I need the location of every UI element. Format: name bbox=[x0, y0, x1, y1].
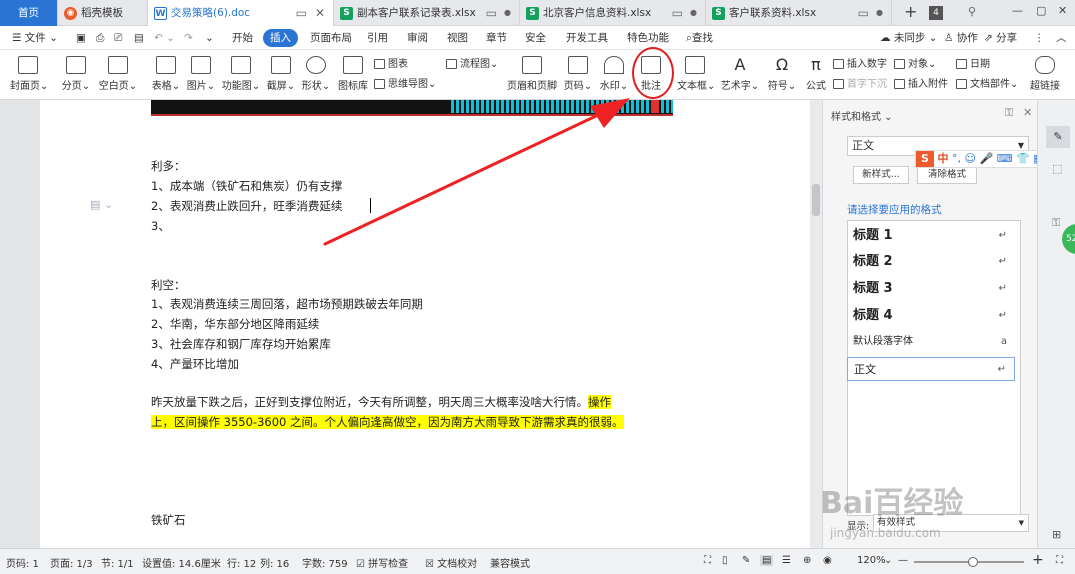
status-bar: 页码: 1 页面: 1/3 节: 1/1 设置值: 14.6厘米 行: 12 列… bbox=[0, 548, 1075, 574]
edit-icon[interactable]: ✎ bbox=[742, 555, 750, 566]
return-icon: ↵ bbox=[998, 256, 1007, 267]
pane-close-icon[interactable]: ✕ bbox=[1023, 106, 1032, 119]
dropdown-icon: ▼ bbox=[1018, 519, 1024, 527]
doc-proof[interactable]: ☒ 文档校对 bbox=[425, 555, 477, 570]
spell-check-icon: ☑ bbox=[356, 559, 369, 570]
status-col: 列: 16 bbox=[260, 559, 290, 570]
styles-pane-title: 样式和格式 ⌄ bbox=[831, 112, 893, 123]
zoom-slider-thumb[interactable] bbox=[968, 557, 978, 567]
zoom-slider[interactable] bbox=[914, 557, 1024, 567]
scroll-thumb[interactable] bbox=[812, 184, 820, 216]
right-sidebar: ✎ ⬚ ⚿ 52 ⊞ bbox=[1037, 100, 1075, 548]
return-icon: ↵ bbox=[998, 283, 1007, 294]
style-prompt: 请选择要应用的格式 bbox=[847, 204, 942, 216]
spell-check[interactable]: ☑ 拼写检查 bbox=[356, 555, 408, 570]
style-body[interactable]: 正文 ↵ bbox=[847, 357, 1015, 381]
lock-side-icon[interactable]: ⚿ bbox=[1052, 216, 1060, 230]
float-badge-icon[interactable]: 52 bbox=[1062, 224, 1075, 254]
style-heading-1[interactable]: 标题 1 ↵ bbox=[847, 224, 1015, 248]
web-view-icon[interactable]: ⊕ bbox=[803, 555, 811, 566]
proof-icon: ☒ bbox=[425, 559, 438, 570]
fit-page-icon[interactable]: ⛶ bbox=[1056, 555, 1063, 566]
microphone-icon[interactable]: 🎤 bbox=[979, 152, 993, 165]
style-pane-toggle-icon[interactable]: ✎ bbox=[1046, 126, 1070, 148]
fullscreen-icon[interactable]: ⛶ bbox=[704, 555, 711, 566]
compat-mode: 兼容模式 bbox=[490, 559, 530, 570]
lock-icon[interactable]: ⚿ bbox=[1005, 106, 1013, 120]
ime-mode[interactable]: 中 bbox=[938, 152, 949, 165]
baidu-watermark: Bai百经验 bbox=[820, 486, 964, 521]
baidu-watermark-url: jingyan.baidu.com bbox=[830, 526, 941, 540]
status-section: 节: 1/1 bbox=[101, 559, 134, 570]
style-heading-4[interactable]: 标题 4 ↵ bbox=[847, 304, 1015, 328]
keyboard-icon[interactable]: ⌨ bbox=[997, 152, 1013, 165]
zoom-level[interactable]: 120% bbox=[857, 555, 886, 566]
status-page[interactable]: 页码: 1 bbox=[6, 555, 39, 570]
zoom-in-icon[interactable]: + bbox=[1032, 552, 1044, 568]
status-words[interactable]: 字数: 759 bbox=[302, 555, 348, 570]
style-heading-2[interactable]: 标题 2 ↵ bbox=[847, 250, 1015, 274]
outline-view-icon[interactable]: ☰ bbox=[782, 555, 791, 566]
skin-shirt-icon[interactable]: 👕 bbox=[1016, 152, 1030, 165]
clear-format-button[interactable]: 清除格式 bbox=[917, 166, 977, 184]
eye-protect-icon[interactable]: ◉ bbox=[823, 555, 832, 566]
zoom-out-icon[interactable]: — bbox=[898, 555, 908, 566]
zoom-dropdown-icon[interactable]: ⌄ bbox=[884, 555, 892, 566]
status-pages[interactable]: 页面: 1/3 bbox=[50, 555, 93, 570]
select-icon[interactable]: ⬚ bbox=[1052, 162, 1062, 175]
sogou-logo-icon: S bbox=[916, 151, 934, 167]
style-default-font[interactable]: 默认段落字体 a bbox=[847, 330, 1015, 354]
new-style-button[interactable]: 新样式... bbox=[853, 166, 909, 184]
emoji-icon[interactable]: ☺ bbox=[965, 152, 976, 165]
style-heading-3[interactable]: 标题 3 ↵ bbox=[847, 277, 1015, 301]
return-icon: ↵ bbox=[998, 230, 1007, 241]
punctuation-icon[interactable]: °, bbox=[952, 152, 961, 165]
char-style-icon: a bbox=[1000, 336, 1007, 347]
reading-mode-icon[interactable]: ▯ bbox=[722, 555, 728, 566]
status-setting: 设置值: 14.6厘米 bbox=[142, 559, 221, 570]
return-icon: ↵ bbox=[997, 364, 1006, 375]
grid-apps-icon[interactable]: ⊞ bbox=[1052, 528, 1061, 541]
return-icon: ↵ bbox=[998, 310, 1007, 321]
status-row: 行: 12 bbox=[227, 559, 257, 570]
page-view-icon[interactable]: ▤ bbox=[760, 555, 774, 566]
